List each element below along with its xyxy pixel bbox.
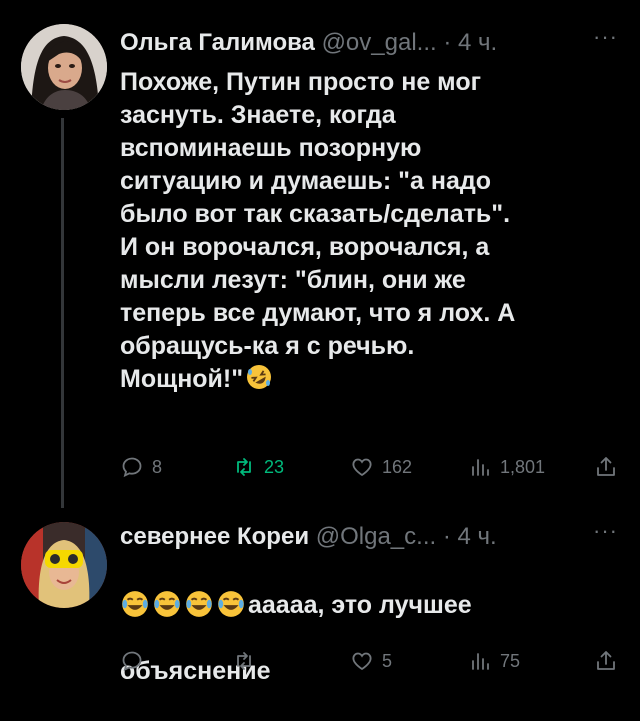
face-with-tears-of-joy-emoji [216, 589, 246, 619]
like-count: 5 [382, 650, 393, 671]
user-handle[interactable]: @ov_gal... [322, 29, 437, 56]
face-with-tears-of-joy-emoji [152, 589, 182, 619]
retweet-count: 23 [264, 456, 285, 477]
analytics-icon [472, 459, 489, 476]
reply-icon [122, 457, 142, 478]
tweet-body: Похоже, Путин просто не мог заснуть. Зна… [120, 68, 516, 393]
share-icon [597, 457, 615, 476]
thread-line [61, 118, 64, 508]
like-button[interactable]: 162 [350, 452, 412, 482]
tweet-text: ааааа, это лучшее объяснение [120, 556, 620, 721]
tweet-actions: 5 75 [120, 646, 620, 676]
display-name[interactable]: севернее Кореи [120, 523, 309, 550]
analytics-icon [472, 653, 489, 670]
retweet-icon [237, 458, 251, 476]
retweet-button[interactable]: 23 [232, 452, 284, 482]
tweet-text-part: ааааа, это лучшее [248, 591, 472, 619]
share-icon [597, 651, 615, 670]
tweet[interactable]: севернее Кореи @Olga_c... · 4 ч. ··· ааа… [0, 500, 640, 686]
like-count: 162 [382, 456, 413, 477]
reply-count: 8 [152, 456, 163, 477]
reply-icon [122, 651, 142, 672]
avatar[interactable] [21, 522, 107, 608]
retweet-button[interactable] [232, 646, 264, 676]
separator-dot: · [443, 29, 452, 56]
tweet[interactable]: Ольга Галимова @ov_gal... · 4 ч. ··· Пох… [0, 0, 640, 508]
avatar[interactable] [21, 24, 107, 110]
views-count: 1,801 [500, 456, 546, 477]
rolling-on-floor-laughing-emoji [245, 363, 273, 400]
tweet-actions: 8 23 162 1,801 [120, 452, 620, 482]
heart-icon [352, 652, 372, 671]
views-button[interactable]: 75 [468, 646, 520, 676]
more-options-icon[interactable]: ··· [593, 516, 618, 546]
tweet-text: Похоже, Путин просто не мог заснуть. Зна… [120, 66, 620, 400]
face-with-tears-of-joy-emoji [120, 589, 150, 619]
retweet-icon [237, 652, 251, 670]
user-handle[interactable]: @Olga_c... [316, 523, 436, 550]
share-button[interactable] [594, 452, 626, 482]
separator-dot: · [442, 523, 451, 550]
tweet-header: севернее Кореи @Olga_c... · 4 ч. ··· [120, 518, 640, 552]
face-with-tears-of-joy-emoji [184, 589, 214, 619]
more-options-icon[interactable]: ··· [593, 22, 618, 52]
timestamp[interactable]: 4 ч. [458, 29, 497, 56]
display-name[interactable]: Ольга Галимова [120, 29, 315, 56]
tweet-header: Ольга Галимова @ov_gal... · 4 ч. ··· [120, 24, 640, 58]
heart-icon [352, 458, 372, 477]
tweet-line-1: ааааа, это лучшее [120, 589, 620, 622]
like-button[interactable]: 5 [350, 646, 392, 676]
share-button[interactable] [594, 646, 626, 676]
views-button[interactable]: 1,801 [468, 452, 545, 482]
reply-button[interactable]: 8 [120, 452, 162, 482]
views-count: 75 [500, 650, 521, 671]
timestamp[interactable]: 4 ч. [458, 523, 497, 550]
reply-button[interactable] [120, 646, 152, 676]
